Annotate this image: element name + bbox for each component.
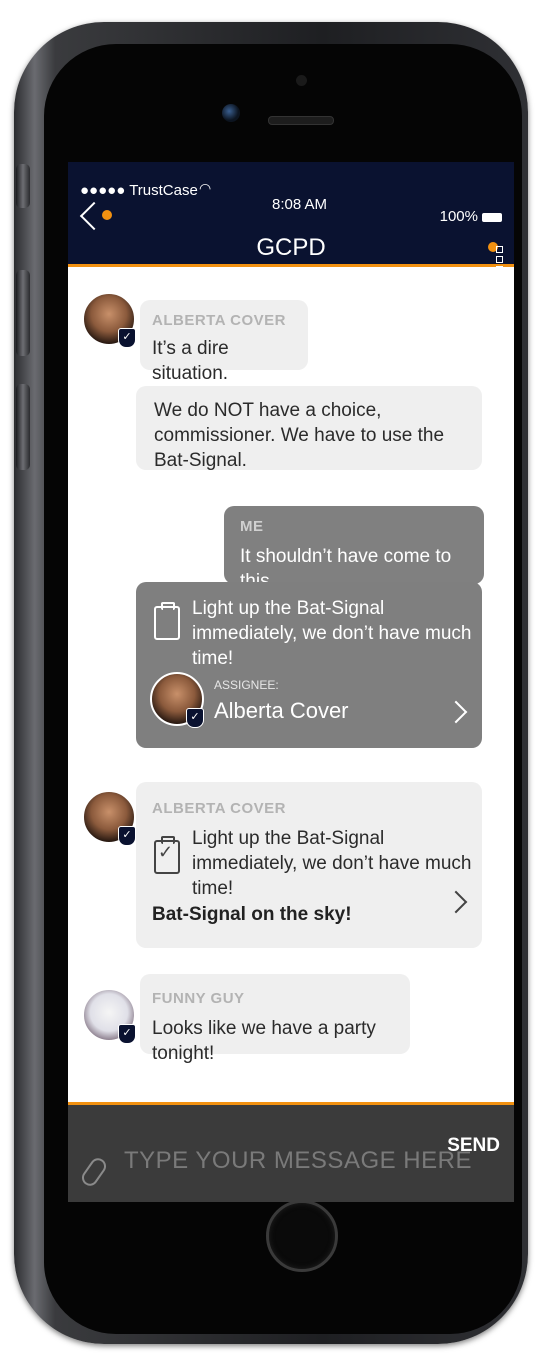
proximity-sensor — [296, 75, 307, 86]
task-text: Light up the Bat-Signal immediately, we … — [192, 598, 472, 669]
verified-shield-icon: ✓ — [186, 708, 204, 728]
battery-percent: 100% — [439, 208, 478, 225]
volume-up-button — [16, 270, 30, 356]
conversation-title: GCPD — [256, 234, 326, 261]
message-sender: FUNNY GUY — [152, 990, 245, 1007]
battery-icon — [482, 212, 502, 222]
paperclip-icon[interactable] — [78, 1155, 110, 1189]
assignee-label: ASSIGNEE: — [214, 678, 279, 692]
message-bubble: FUNNY GUY Looks like we have a party ton… — [140, 974, 410, 1064]
task-result: Bat-Signal on the sky! — [152, 904, 352, 925]
message-bubble: ALBERTA COVER It’s a dire situation. — [140, 300, 308, 384]
mute-switch — [16, 164, 30, 208]
front-camera — [222, 104, 240, 122]
message-text: It’s a dire situation. — [152, 338, 229, 384]
message-text: Looks like we have a party tonight! — [152, 1018, 376, 1064]
message-sender: ALBERTA COVER — [152, 800, 286, 817]
send-button[interactable]: SEND — [447, 1135, 500, 1157]
clipboard-icon — [154, 602, 180, 640]
app-screen: ●●●●● TrustCase ◠ 8:08 AM 100% GCPD ✓ AL… — [68, 162, 514, 1202]
back-notification-dot — [102, 210, 112, 220]
message-sender: ALBERTA COVER — [152, 312, 286, 329]
status-bar: ●●●●● TrustCase ◠ 8:08 AM — [68, 162, 514, 214]
message-input[interactable]: TYPE YOUR MESSAGE HERE — [124, 1147, 472, 1175]
assignee-name: Alberta Cover — [214, 698, 349, 723]
menu-icon[interactable] — [496, 246, 503, 276]
chevron-right-icon[interactable] — [444, 700, 468, 724]
earpiece-speaker — [268, 116, 334, 125]
task-text: Light up the Bat-Signal immediately, we … — [192, 828, 472, 899]
my-message-bubble: ME It shouldn’t have come to this... — [224, 506, 484, 592]
volume-down-button — [16, 384, 30, 470]
verified-shield-icon: ✓ — [118, 1024, 136, 1044]
completed-task-bubble[interactable]: ALBERTA COVER ✓ Light up the Bat-Signal … — [136, 782, 482, 948]
carrier-label: ●●●●● TrustCase — [80, 182, 198, 199]
home-button[interactable] — [266, 1200, 338, 1272]
status-time: 8:08 AM — [272, 196, 328, 213]
message-composer: TYPE YOUR MESSAGE HERE SEND — [68, 1102, 514, 1202]
message-bubble: We do NOT have a choice, commissioner. W… — [136, 386, 482, 471]
message-text: We do NOT have a choice, commissioner. W… — [154, 400, 445, 471]
check-mark-icon: ✓ — [158, 842, 174, 862]
verified-shield-icon: ✓ — [118, 826, 136, 846]
wifi-icon: ◠ — [199, 180, 212, 196]
verified-shield-icon: ✓ — [118, 328, 136, 348]
battery-label: 100% — [440, 208, 502, 225]
message-sender: ME — [240, 518, 264, 535]
task-card[interactable]: Light up the Bat-Signal immediately, we … — [136, 582, 482, 748]
